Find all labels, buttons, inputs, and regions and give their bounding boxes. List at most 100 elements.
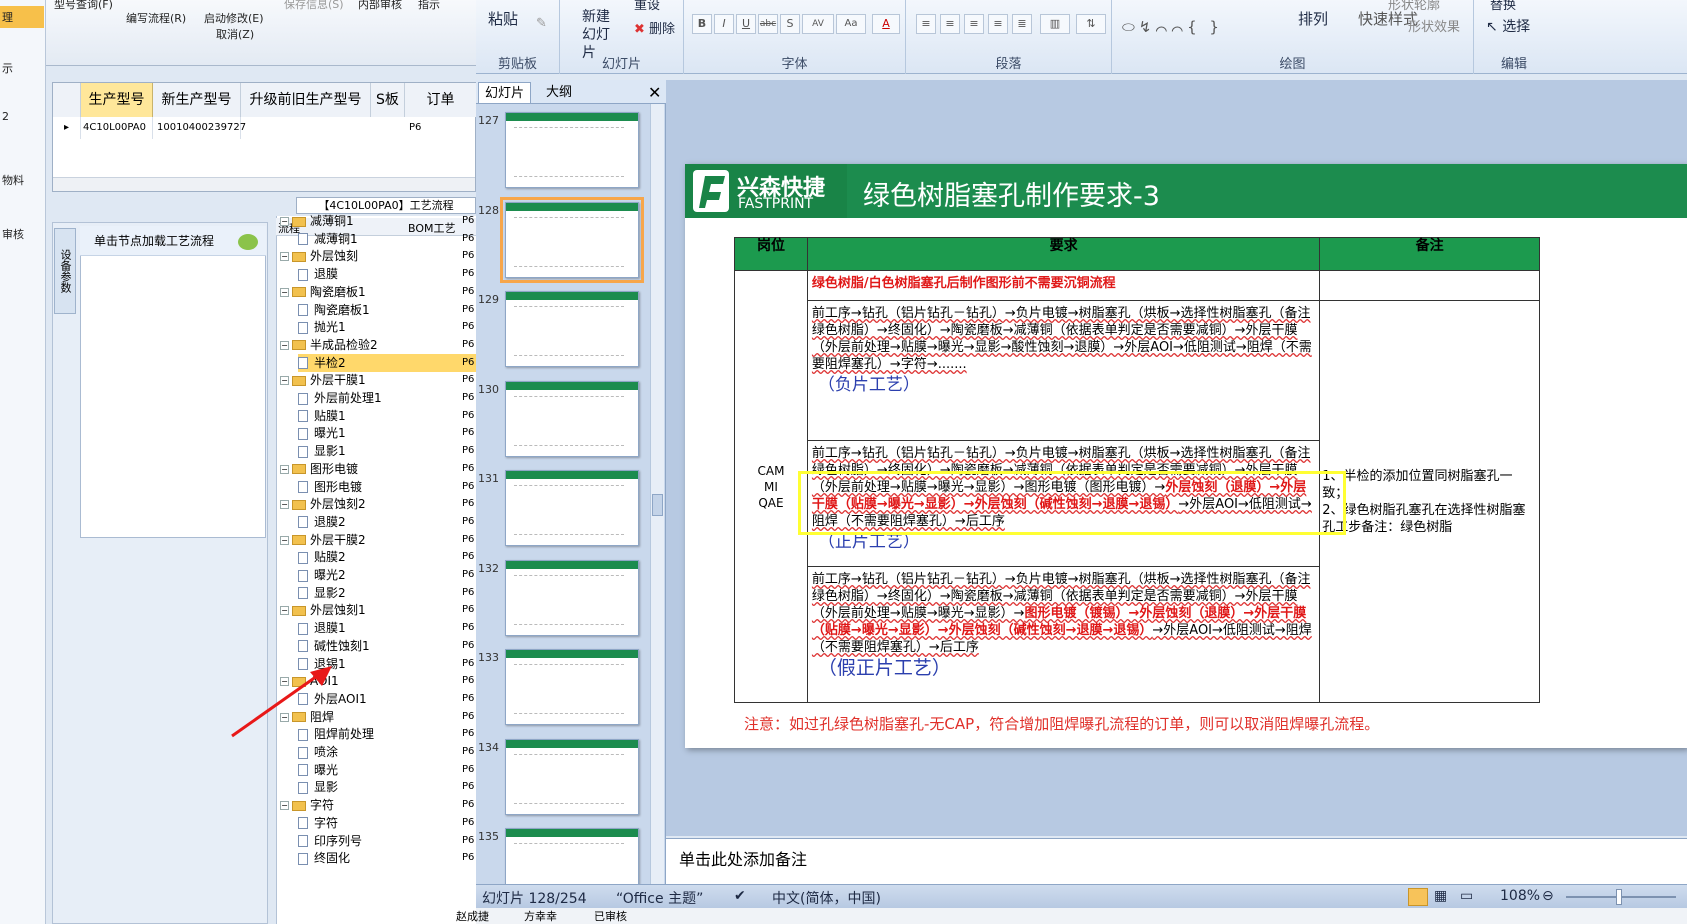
grid-header[interactable]: 订单 (405, 83, 477, 117)
tree-node[interactable]: 显影1 P6 (298, 442, 476, 460)
slide-thumbnail[interactable] (505, 649, 639, 725)
close-pane-icon[interactable]: ✕ (642, 82, 667, 103)
grid-hscrollbar[interactable] (53, 177, 475, 191)
expand-toggle-icon[interactable]: − (280, 500, 289, 510)
slide-thumbnail[interactable] (505, 112, 639, 188)
reset-button[interactable]: 重设 (634, 0, 660, 13)
text-direction-button[interactable]: ⇅ (1076, 14, 1106, 34)
tree-node[interactable]: 退膜1 P6 (298, 619, 476, 637)
shape-outline-button[interactable]: 形状轮廓 (1388, 0, 1440, 13)
shadow-button[interactable]: S (780, 14, 800, 34)
shapes-gallery-icon[interactable]: ⬭↯⌒⌒{ } (1122, 18, 1223, 36)
strikethrough-button[interactable]: abc (758, 14, 778, 34)
pane-scrollbar[interactable] (650, 104, 664, 884)
columns-button[interactable]: ▥ (1040, 14, 1070, 34)
grid-header[interactable]: 新生产型号 (153, 83, 241, 117)
tree-node[interactable]: − 外层干膜1 P6 (280, 371, 476, 389)
expand-toggle-icon[interactable]: − (280, 535, 289, 545)
nav-label[interactable]: 物料 (2, 172, 24, 188)
tree-node[interactable]: − 半成品检验2 P6 (280, 336, 476, 354)
tree-node[interactable]: − 陶瓷磨板1 P6 (280, 283, 476, 301)
paste-button[interactable]: 粘贴 (488, 8, 518, 29)
grid-header[interactable]: 生产型号 (81, 83, 153, 117)
indicate-button[interactable]: 指示 (418, 0, 440, 12)
grid-cell[interactable]: P6 (409, 117, 477, 139)
nav-label[interactable]: 审核 (2, 226, 24, 242)
tree-node[interactable]: − 减薄铜1 P6 (280, 212, 476, 230)
nav-label[interactable]: 2 (2, 110, 9, 123)
tree-node[interactable]: − 外层蚀刻2 P6 (280, 495, 476, 513)
grid-header[interactable]: 升级前旧生产型号 (241, 83, 371, 117)
select-button[interactable]: ↖ 选择 (1486, 16, 1530, 36)
tab-slides[interactable]: 幻灯片 (478, 82, 532, 103)
nav-label[interactable]: 示 (2, 60, 13, 76)
language[interactable]: 中文(简体，中国) (772, 888, 881, 908)
cancel-button[interactable]: 取消(Z) (216, 26, 254, 42)
start-modify-button[interactable]: 启动修改(E) (204, 10, 264, 26)
arrange-button[interactable]: 排列 (1298, 8, 1328, 29)
tab-equipment-params[interactable]: 设备参数 (54, 228, 76, 314)
font-color-button[interactable]: A (872, 14, 900, 34)
sorter-view-icon[interactable]: ▦ (1434, 888, 1447, 904)
tree-node[interactable]: − 外层蚀刻 P6 (280, 247, 476, 265)
delete-button[interactable]: ✖ 删除 (634, 18, 675, 37)
tree-node[interactable]: 曝光 P6 (298, 761, 476, 779)
tree-node[interactable]: 碱性蚀刻1 P6 (298, 637, 476, 655)
tree-node[interactable]: − 外层蚀刻1 P6 (280, 601, 476, 619)
tree-node[interactable]: 字符 P6 (298, 814, 476, 832)
tree-node[interactable]: 曝光2 P6 (298, 566, 476, 584)
tree-node[interactable]: 抛光1 P6 (298, 318, 476, 336)
tree-node[interactable]: 退膜 P6 (298, 265, 476, 283)
tree-node[interactable]: 喷涂 P6 (298, 743, 476, 761)
underline-button[interactable]: U (736, 14, 756, 34)
slide-thumbnail[interactable] (505, 291, 639, 367)
model-query-button[interactable]: 型号查询(F) (54, 0, 113, 12)
slide-thumbnail[interactable] (505, 559, 639, 636)
comment-bubble-icon[interactable] (238, 234, 258, 250)
slideshow-icon[interactable]: ▭ (1460, 888, 1473, 904)
save-info-button[interactable]: 保存信息(S) (284, 0, 344, 12)
justify-button[interactable]: ≡ (988, 14, 1008, 34)
align-right-button[interactable]: ≡ (964, 14, 984, 34)
grid-header[interactable]: S板 (371, 83, 405, 117)
expand-toggle-icon[interactable]: − (280, 287, 289, 297)
slide-title[interactable]: 绿色树脂塞孔制作要求-3 (863, 174, 1160, 213)
tab-outline[interactable]: 大纲 (540, 82, 578, 103)
replace-button[interactable]: 替换 (1490, 0, 1516, 13)
tree-node[interactable]: 显影 P6 (298, 778, 476, 796)
tree-node[interactable]: − 外层干膜2 P6 (280, 531, 476, 549)
shape-effects-button[interactable]: 形状效果 (1408, 16, 1460, 35)
requirements-table[interactable]: 岗位 要求 备注 CAM MI QAE 绿色树脂/白色树脂塞孔后制作图形前不需要… (734, 237, 1540, 703)
expand-toggle-icon[interactable]: − (280, 340, 289, 350)
slide-thumbnail[interactable] (505, 738, 639, 815)
tree-node[interactable]: 图形电镀 P6 (298, 478, 476, 496)
zoom-out-icon[interactable]: ⊖ (1542, 888, 1554, 904)
theme-name[interactable]: “Office 主题” (616, 888, 703, 908)
grid-cell[interactable]: 4C10L00PA0 (83, 117, 153, 139)
tree-node[interactable]: 外层前处理1 P6 (298, 389, 476, 407)
italic-button[interactable]: I (714, 14, 734, 34)
notes-placeholder[interactable]: 单击此处添加备注 (679, 846, 807, 870)
tree-node[interactable]: 半检2 P6 (298, 353, 476, 372)
char-spacing-button[interactable]: AV (802, 14, 834, 34)
expand-toggle-icon[interactable]: − (280, 217, 289, 226)
tree-node[interactable]: 显影2 P6 (298, 584, 476, 602)
align-center-button[interactable]: ≡ (940, 14, 960, 34)
tree-node[interactable]: 退膜2 P6 (298, 513, 476, 531)
zoom-level[interactable]: 108% (1500, 888, 1540, 904)
expand-toggle-icon[interactable]: − (280, 606, 289, 616)
expand-toggle-icon[interactable]: − (280, 464, 289, 474)
tree-node[interactable]: 印序列号 P6 (298, 832, 476, 850)
scroll-thumb[interactable] (652, 494, 663, 516)
bold-button[interactable]: B (692, 14, 712, 34)
expand-toggle-icon[interactable]: − (280, 376, 289, 386)
tree-node[interactable]: 曝光1 P6 (298, 424, 476, 442)
format-painter-icon[interactable]: ✎ (536, 16, 547, 31)
align-left-button[interactable]: ≡ (916, 14, 936, 34)
normal-view-icon[interactable] (1408, 888, 1428, 906)
tree-node[interactable]: − 字符 P6 (280, 796, 476, 814)
internal-review-button[interactable]: 内部审核 (358, 0, 402, 12)
change-case-button[interactable]: Aa (836, 14, 866, 34)
tree-node[interactable]: 陶瓷磨板1 P6 (298, 301, 476, 319)
grid-cell[interactable]: 10010400239727 (157, 117, 246, 139)
